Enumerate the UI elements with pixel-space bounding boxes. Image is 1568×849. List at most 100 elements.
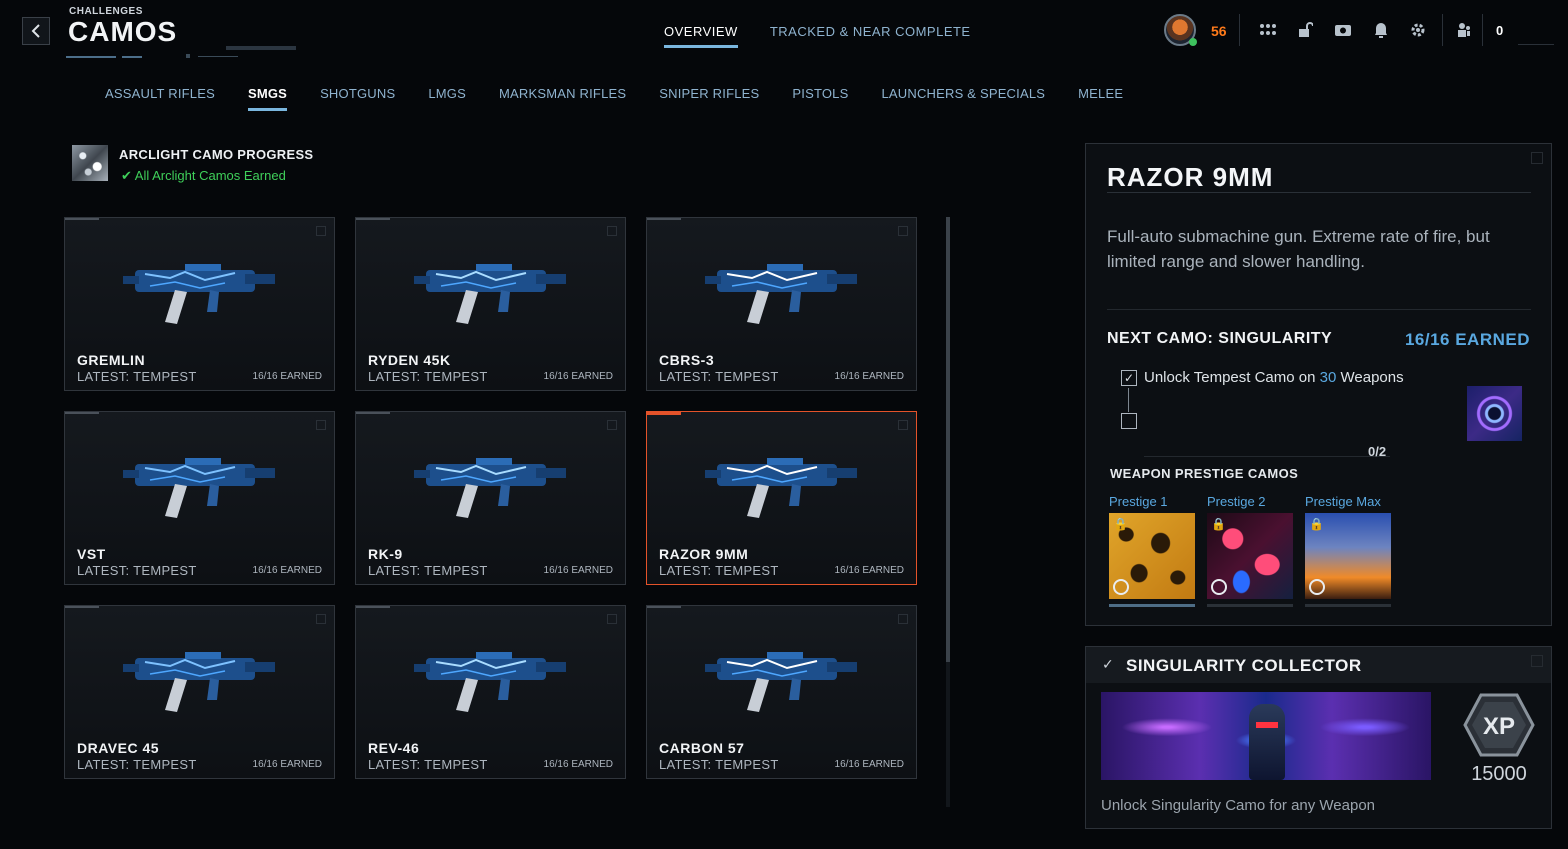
camera-icon[interactable] [1333,20,1353,40]
scrollbar-thumb[interactable] [946,217,950,662]
prestige-bar [1207,604,1293,607]
tab-lmgs[interactable]: LMGS [428,86,466,111]
weapon-card[interactable]: VST LATEST: TEMPEST 16/16 EARNED [64,411,335,585]
weapon-latest-camo: LATEST: TEMPEST [659,369,779,384]
card-corner [898,614,908,624]
weapon-earned: 16/16 EARNED [252,565,322,576]
tab-melee[interactable]: MELEE [1078,86,1123,111]
xp-amount: 15000 [1471,763,1527,785]
card-corner [316,614,326,624]
prestige-label: Prestige 1 [1109,494,1168,509]
weapon-detail-panel: RAZOR 9MM Full-auto submachine gun. Extr… [1085,143,1552,626]
card-corner [898,226,908,236]
weapon-card[interactable]: DRAVEC 45 LATEST: TEMPEST 16/16 EARNED [64,605,335,779]
weapon-card[interactable]: RAZOR 9MM LATEST: TEMPEST 16/16 EARNED [646,411,917,585]
weapon-card[interactable]: GREMLIN LATEST: TEMPEST 16/16 EARNED [64,217,335,391]
arclight-progress-title: ARCLIGHT CAMO PROGRESS [119,147,314,162]
weapon-card[interactable]: CBRS-3 LATEST: TEMPEST 16/16 EARNED [646,217,917,391]
gear-icon[interactable] [1408,20,1428,40]
weapon-image [115,434,285,534]
task-count: 30 [1319,369,1337,386]
tab-overview[interactable]: OVERVIEW [664,24,738,48]
collector-panel[interactable]: ✓ SINGULARITY COLLECTOR XP 15000 Unlock … [1085,646,1552,829]
weapon-image [406,628,576,728]
hud-divider [1482,14,1483,46]
tab-smgs[interactable]: SMGS [247,86,288,111]
detail-description: Full-auto submachine gun. Extreme rate o… [1107,227,1490,271]
prestige-2-swatch: 🔒 [1207,513,1293,599]
prestige-camo-1[interactable]: Prestige 1 🔒 [1109,494,1195,607]
detail-weapon-name: RAZOR 9MM [1107,162,1274,192]
operator-visor [1256,722,1278,728]
player-level: 56 [1211,23,1227,39]
weapon-name: REV-46 [368,740,420,756]
weapon-image [115,628,285,728]
grid-menu-icon[interactable] [1258,20,1278,40]
weapon-earned: 16/16 EARNED [834,371,904,382]
weapon-earned: 16/16 EARNED [543,371,613,382]
weapon-card[interactable]: RYDEN 45K LATEST: TEMPEST 16/16 EARNED [355,217,626,391]
lock-icon: 🔒 [1113,517,1128,531]
weapon-name: CARBON 57 [659,740,745,756]
party-count: 0 [1496,23,1504,38]
prestige-camo-2[interactable]: Prestige 2 🔒 [1207,494,1293,607]
arclight-camo-thumbnail [72,145,108,181]
grid-scrollbar[interactable] [946,217,950,807]
card-corner [607,614,617,624]
weapon-latest-camo: LATEST: TEMPEST [368,563,488,578]
weapon-earned: 16/16 EARNED [252,759,322,770]
task-description: Unlock Tempest Camo on 30 Weapons [1144,369,1404,386]
weapon-card[interactable]: RK-9 LATEST: TEMPEST 16/16 EARNED [355,411,626,585]
prestige-label: Prestige 2 [1207,494,1266,509]
xp-badge-icon: XP [1463,693,1535,757]
singularity-camo-thumbnail[interactable] [1467,386,1522,441]
tab-shotguns[interactable]: SHOTGUNS [320,86,395,111]
check-icon: ✓ [1102,656,1114,672]
collector-title: SINGULARITY COLLECTOR [1126,656,1362,675]
weapon-grid: GREMLIN LATEST: TEMPEST 16/16 EARNED RYDEN … [64,217,917,779]
squad-icon[interactable] [1454,20,1474,40]
unlock-icon[interactable] [1295,20,1315,40]
weapon-image [697,240,867,340]
tab-pistols[interactable]: PISTOLS [792,86,848,111]
weapon-earned: 16/16 EARNED [252,371,322,382]
tab-launchers-specials[interactable]: LAUNCHERS & SPECIALS [881,86,1045,111]
bell-icon[interactable] [1371,20,1391,40]
task-progress-track [1144,456,1390,457]
tab-tracked[interactable]: TRACKED & NEAR COMPLETE [770,24,971,48]
divider [1107,309,1531,310]
panel-corner [1531,152,1543,164]
prestige-emblem-icon [1309,579,1325,595]
card-corner [607,226,617,236]
weapon-card[interactable]: REV-46 LATEST: TEMPEST 16/16 EARNED [355,605,626,779]
weapon-card[interactable]: CARBON 57 LATEST: TEMPEST 16/16 EARNED [646,605,917,779]
camos-screen: CHALLENGES CAMOS OVERVIEW TRACKED & NEAR… [0,0,1568,849]
prestige-emblem-icon [1113,579,1129,595]
task-suffix: Weapons [1336,369,1404,386]
weapon-category-tabs: ASSAULT RIFLES SMGS SHOTGUNS LMGS MARKSM… [105,86,1123,111]
tab-marksman-rifles[interactable]: MARKSMAN RIFLES [499,86,626,111]
weapon-earned: 16/16 EARNED [543,565,613,576]
arclight-status-text: All Arclight Camos Earned [134,168,286,183]
collector-description: Unlock Singularity Camo for any Weapon [1101,797,1376,814]
xp-label: XP [1483,713,1515,740]
weapon-latest-camo: LATEST: TEMPEST [77,757,197,772]
card-corner [316,420,326,430]
task-progress: 0/2 [1368,444,1387,459]
weapon-image [406,240,576,340]
tab-sniper-rifles[interactable]: SNIPER RIFLES [659,86,759,111]
lock-icon: 🔒 [1211,517,1226,531]
chevron-left-icon [31,24,40,38]
weapon-earned: 16/16 EARNED [543,759,613,770]
next-camo-label: NEXT CAMO: SINGULARITY [1107,330,1333,347]
weapon-image [406,434,576,534]
prestige-1-swatch: 🔒 [1109,513,1195,599]
tab-assault-rifles[interactable]: ASSAULT RIFLES [105,86,215,111]
prestige-camos: Prestige 1 🔒 Prestige 2 🔒 Prestige Max 🔒 [1109,494,1391,607]
prestige-heading: WEAPON PRESTIGE CAMOS [1110,466,1299,481]
weapon-name: DRAVEC 45 [77,740,160,756]
back-button[interactable] [22,17,50,45]
weapon-name: GREMLIN [77,352,146,368]
prestige-camo-max[interactable]: Prestige Max 🔒 [1305,494,1391,607]
task-prefix: Unlock Tempest Camo on [1144,369,1320,386]
